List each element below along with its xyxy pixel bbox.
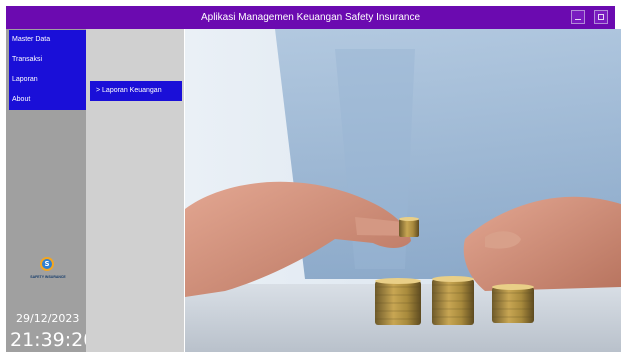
title-bar: Aplikasi Managemen Keuangan Safety Insur… bbox=[6, 6, 615, 29]
menu-item-about[interactable]: About bbox=[9, 90, 91, 110]
maximize-icon[interactable] bbox=[594, 10, 608, 24]
logo-letter: S bbox=[44, 260, 50, 268]
logo-text: SAFETY INSURANCE bbox=[30, 275, 66, 279]
current-time: 21:39:20 bbox=[10, 329, 96, 351]
submenu-item-laporan-keuangan[interactable]: > Laporan Keuangan bbox=[90, 81, 182, 101]
window-title: Aplikasi Managemen Keuangan Safety Insur… bbox=[200, 12, 421, 23]
hero-image bbox=[185, 29, 621, 352]
main-menu: Master Data Transaksi Laporan About bbox=[9, 30, 91, 110]
menu-item-master-data[interactable]: Master Data bbox=[9, 30, 91, 50]
minimize-icon[interactable] bbox=[571, 10, 585, 24]
submenu-panel: > Laporan Keuangan bbox=[86, 29, 184, 352]
current-date: 29/12/2023 bbox=[16, 312, 80, 325]
menu-item-transaksi[interactable]: Transaksi bbox=[9, 50, 91, 70]
logo-icon: S bbox=[40, 257, 54, 271]
coins-photo bbox=[185, 29, 621, 352]
sidebar: Master Data Transaksi Laporan About S SA… bbox=[6, 29, 95, 352]
menu-item-laporan[interactable]: Laporan bbox=[9, 70, 91, 90]
safety-insurance-logo: S SAFETY INSURANCE bbox=[28, 257, 68, 287]
